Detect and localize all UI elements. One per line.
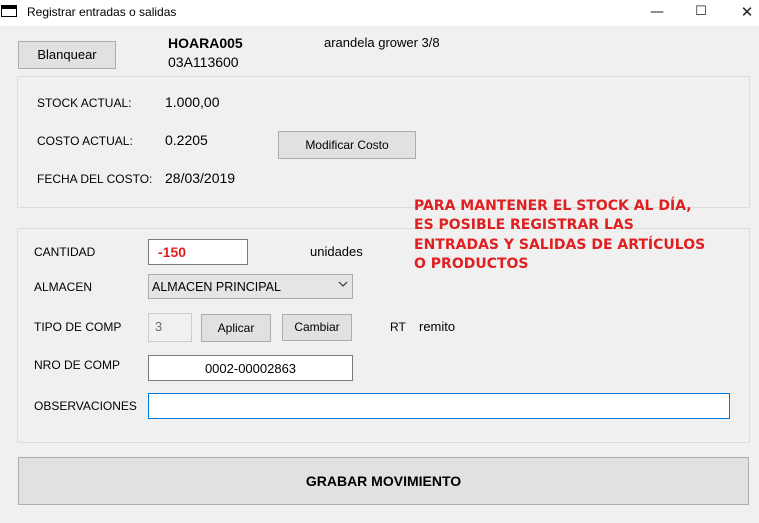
product-description: arandela grower 3/8 [324,35,440,50]
cost-value: 0.2205 [165,132,208,148]
comp-type-input[interactable]: 3 [148,313,192,342]
comp-number-value: 0002-00002863 [204,361,297,376]
observations-input[interactable] [148,393,730,419]
maximize-button[interactable]: ☐ [678,0,724,26]
quantity-label: CANTIDAD [34,245,96,259]
comp-type-name: remito [419,319,456,334]
title-bar: Registrar entradas o salidas — ☐ ✕ [0,0,759,26]
notice-line: PARA MANTENER EL STOCK AL DÍA, [414,198,692,214]
comp-number-input[interactable]: 0002-00002863 [148,355,353,381]
observations-label: OBSERVACIONES [34,399,137,413]
modify-cost-button[interactable]: Modificar Costo [278,131,416,159]
quantity-value: -150 [158,244,187,260]
comp-type-code: RT [390,320,406,334]
warehouse-value: ALMACEN PRINCIPAL [152,280,281,294]
notice-line: ENTRADAS Y SALIDAS DE ARTÍCULOS [414,236,706,253]
product-subcode: 03A113600 [168,54,239,70]
close-button[interactable]: ✕ [724,0,759,26]
stock-label: STOCK ACTUAL: [37,96,132,110]
cost-date-label: FECHA DEL COSTO: [37,172,153,186]
change-button[interactable]: Cambiar [282,314,352,341]
minimize-button[interactable]: — [634,0,680,26]
chevron-down-icon [338,278,348,288]
cost-date-value: 28/03/2019 [165,170,236,186]
comp-type-value: 3 [155,319,163,334]
apply-button[interactable]: Aplicar [201,314,271,342]
warehouse-select[interactable]: ALMACEN PRINCIPAL [148,274,353,299]
warehouse-label: ALMACEN [34,280,93,294]
clear-button[interactable]: Blanquear [18,41,116,69]
quantity-input[interactable]: -150 [148,239,248,265]
notice-line: O PRODUCTOS [414,255,529,272]
comp-number-label: NRO DE COMP [34,358,121,372]
product-code: HOARA005 [168,35,243,51]
notice-line: ES POSIBLE REGISTRAR LAS [414,217,634,234]
stock-value: 1.000,00 [165,94,220,110]
cost-label: COSTO ACTUAL: [37,134,133,148]
quantity-unit: unidades [310,244,363,259]
save-movement-button[interactable]: GRABAR MOVIMIENTO [18,457,749,505]
window-icon [1,5,17,17]
window-title: Registrar entradas o salidas [27,5,177,19]
info-notice: PARA MANTENER EL STOCK AL DÍA, ES POSIBL… [414,197,706,274]
comp-type-label: TIPO DE COMP [34,320,122,334]
